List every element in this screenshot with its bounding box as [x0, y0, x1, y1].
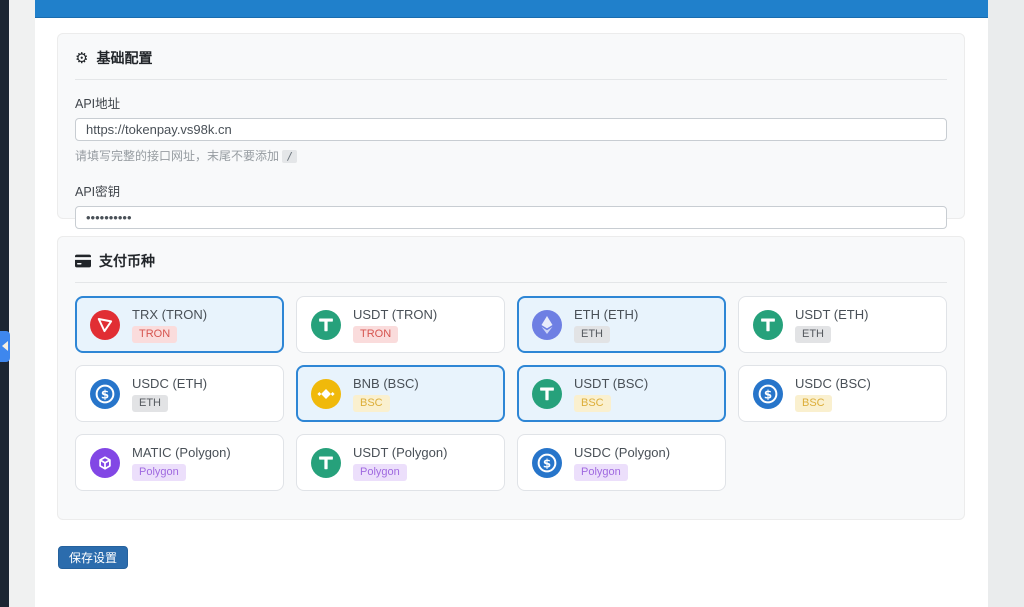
basic-config-heading: ⚙ 基础配置 — [75, 48, 947, 68]
left-gutter — [9, 0, 35, 607]
currency-tile-trx-tron[interactable]: TRX (TRON) TRON — [75, 296, 284, 353]
left-edge-strip — [0, 0, 9, 607]
api-url-help: 请填写完整的接口网址，末尾不要添加 / — [75, 147, 947, 164]
usdt-coin-icon — [311, 447, 341, 478]
chevron-left-icon — [2, 341, 8, 351]
usdc-coin-icon: $ — [753, 378, 783, 409]
payment-currency-heading: 支付币种 — [75, 251, 947, 271]
usdt-coin-icon — [532, 378, 562, 409]
divider — [75, 282, 947, 283]
api-key-input[interactable] — [75, 206, 947, 229]
bnb-coin-icon — [311, 378, 341, 409]
right-gutter — [988, 0, 1024, 607]
network-badge: Polygon — [132, 463, 186, 481]
basic-config-title: 基础配置 — [96, 50, 153, 66]
sidebar-expand-toggle[interactable] — [0, 331, 10, 362]
payment-currency-card: 支付币种 TRX (TRON) TRON USDT (TRON) TRON ET… — [57, 236, 965, 520]
api-key-field-group: API密钥 — [75, 181, 947, 229]
usdc-coin-icon: $ — [532, 447, 562, 478]
top-navbar — [35, 0, 988, 18]
usdt-coin-icon — [753, 309, 783, 340]
currency-tile-usdc-bsc[interactable]: $ USDC (BSC) BSC — [738, 365, 947, 422]
currency-tile-usdc-eth[interactable]: $ USDC (ETH) ETH — [75, 365, 284, 422]
api-url-field-group: API地址 请填写完整的接口网址，末尾不要添加 / — [75, 93, 947, 164]
network-badge: BSC — [353, 394, 390, 412]
main-content: ⚙ 基础配置 API地址 请填写完整的接口网址，末尾不要添加 / API密钥 — [35, 0, 988, 607]
svg-text:$: $ — [764, 387, 772, 401]
payment-currency-title: 支付币种 — [99, 253, 155, 269]
currency-tile-usdt-polygon[interactable]: USDT (Polygon) Polygon — [296, 434, 505, 491]
matic-coin-icon — [90, 447, 120, 478]
network-badge: BSC — [574, 394, 611, 412]
divider — [75, 79, 947, 80]
currency-tile-usdt-tron[interactable]: USDT (TRON) TRON — [296, 296, 505, 353]
network-badge: TRON — [353, 325, 399, 343]
currency-grid: TRX (TRON) TRON USDT (TRON) TRON ETH (ET… — [75, 296, 947, 491]
currency-tile-eth-eth[interactable]: ETH (ETH) ETH — [517, 296, 726, 353]
credit-card-icon — [75, 254, 91, 268]
gear-icon: ⚙ — [75, 48, 89, 67]
network-badge: ETH — [795, 325, 831, 343]
api-url-label: API地址 — [75, 97, 121, 111]
usdc-coin-icon: $ — [90, 378, 120, 409]
network-badge: ETH — [132, 394, 168, 412]
network-badge: Polygon — [574, 463, 628, 481]
network-badge: Polygon — [353, 463, 407, 481]
slash-code-chip: / — [282, 150, 297, 163]
api-key-label: API密钥 — [75, 185, 121, 199]
api-url-input[interactable] — [75, 118, 947, 141]
svg-text:$: $ — [101, 387, 109, 401]
save-settings-button[interactable]: 保存设置 — [58, 546, 129, 569]
currency-tile-usdc-polygon[interactable]: $ USDC (Polygon) Polygon — [517, 434, 726, 491]
network-badge: ETH — [574, 325, 610, 343]
usdt-coin-icon — [311, 309, 341, 340]
screen: ⚙ 基础配置 API地址 请填写完整的接口网址，末尾不要添加 / API密钥 — [0, 0, 1024, 607]
eth-coin-icon — [532, 309, 562, 340]
network-badge: BSC — [795, 394, 832, 412]
currency-tile-matic-polygon[interactable]: MATIC (Polygon) Polygon — [75, 434, 284, 491]
network-badge: TRON — [132, 325, 178, 343]
basic-config-card: ⚙ 基础配置 API地址 请填写完整的接口网址，末尾不要添加 / API密钥 — [57, 33, 965, 229]
currency-tile-usdt-eth[interactable]: USDT (ETH) ETH — [738, 296, 947, 353]
svg-text:$: $ — [543, 456, 551, 470]
trx-coin-icon — [90, 309, 120, 340]
currency-tile-usdt-bsc[interactable]: USDT (BSC) BSC — [517, 365, 726, 422]
currency-tile-bnb-bsc[interactable]: BNB (BSC) BSC — [296, 365, 505, 422]
